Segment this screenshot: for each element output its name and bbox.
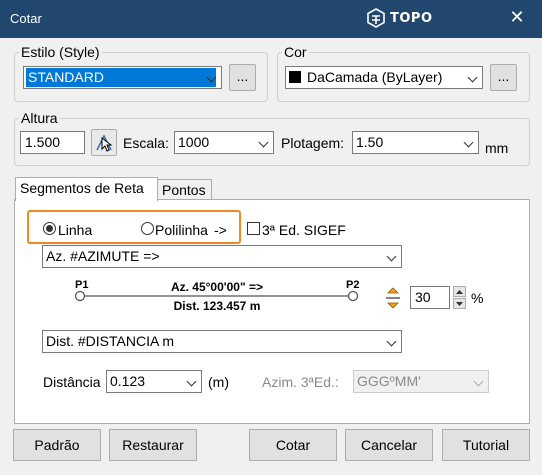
offset-unit: % bbox=[471, 290, 484, 306]
chevron-down-icon bbox=[473, 371, 485, 392]
azimuth-format-value: Az. #AZIMUTE => bbox=[46, 248, 160, 264]
sigef-checkbox[interactable] bbox=[247, 222, 260, 235]
offset-up-button[interactable] bbox=[453, 286, 466, 297]
azimuth-format-select[interactable]: Az. #AZIMUTE => bbox=[42, 245, 402, 268]
azim-label: Azim. 3ªEd.: bbox=[262, 374, 339, 390]
offset-down-button[interactable] bbox=[453, 298, 466, 309]
polyline-radio-label[interactable]: Polilinha bbox=[155, 222, 208, 238]
pick-point-icon bbox=[96, 134, 113, 152]
chevron-down-icon bbox=[386, 331, 398, 352]
distance-unit: (m) bbox=[208, 374, 229, 390]
tab-points-label: Pontos bbox=[162, 182, 206, 198]
chevron-down-icon bbox=[467, 67, 479, 88]
cancel-button[interactable]: Cancelar bbox=[345, 429, 433, 461]
style-select-value: STANDARD bbox=[26, 68, 216, 87]
preview-distance-text: Dist. 123.457 m bbox=[174, 299, 261, 313]
style-group-label: Estilo (Style) bbox=[19, 44, 102, 60]
distance-format-select[interactable]: Dist. #DISTANCIA m bbox=[42, 330, 402, 353]
window-title: Cotar bbox=[10, 11, 42, 26]
restore-button[interactable]: Restaurar bbox=[109, 429, 197, 461]
brand-logo: TOPO bbox=[366, 8, 433, 28]
color-select-value: DaCamada (ByLayer) bbox=[307, 69, 443, 85]
color-select[interactable]: DaCamada (ByLayer) bbox=[285, 66, 483, 89]
distance-select-value: 0.123 bbox=[110, 373, 146, 389]
pick-point-button[interactable] bbox=[91, 129, 117, 156]
distance-select[interactable]: 0.123 bbox=[106, 370, 202, 393]
color-browse-button[interactable]: ... bbox=[490, 64, 517, 91]
tab-points[interactable]: Pontos bbox=[157, 179, 212, 201]
style-browse-button[interactable]: ... bbox=[229, 64, 256, 91]
vertical-offset-icon bbox=[386, 287, 400, 309]
height-group-label: Altura bbox=[19, 110, 60, 126]
title-bar: Cotar TOPO ✕ bbox=[0, 0, 542, 38]
color-group-label: Cor bbox=[282, 44, 309, 60]
preview-p1-marker bbox=[74, 290, 86, 302]
azim-select-value: GGGºMM' bbox=[357, 373, 421, 389]
preview-p2-marker bbox=[347, 290, 359, 302]
tutorial-button[interactable]: Tutorial bbox=[442, 429, 530, 461]
plot-label: Plotagem: bbox=[281, 135, 345, 151]
distance-format-value: Dist. #DISTANCIA m bbox=[46, 333, 175, 349]
polyline-arrow: -> bbox=[214, 222, 227, 238]
brand-text: TOPO bbox=[390, 10, 433, 26]
preview-azimuth-text: Az. 45°00'00" => bbox=[171, 280, 263, 294]
chevron-down-icon bbox=[386, 246, 398, 267]
line-radio-label[interactable]: Linha bbox=[58, 222, 92, 238]
style-select[interactable]: STANDARD bbox=[23, 66, 222, 89]
scale-select[interactable]: 1000 bbox=[174, 131, 274, 154]
dimension-preview: P1 P2 Az. 45°00'00" => Dist. 123.457 m bbox=[74, 279, 359, 313]
chevron-down-icon bbox=[463, 132, 475, 153]
topo-logo-icon bbox=[367, 8, 385, 28]
preview-p1-label: P1 bbox=[75, 279, 88, 291]
chevron-down-icon bbox=[206, 67, 218, 88]
scale-select-value: 1000 bbox=[178, 134, 210, 150]
azim-select[interactable]: GGGºMM' bbox=[353, 370, 489, 393]
caret-down-icon bbox=[456, 302, 463, 306]
tab-segments-label: Segmentos de Reta bbox=[20, 180, 144, 196]
caret-up-icon bbox=[456, 290, 463, 294]
offset-input[interactable]: 30 bbox=[410, 286, 450, 309]
plot-select-value: 1.50 bbox=[356, 134, 384, 150]
polyline-radio[interactable] bbox=[141, 222, 154, 235]
default-button[interactable]: Padrão bbox=[13, 429, 101, 461]
tab-segments[interactable]: Segmentos de Reta bbox=[15, 177, 158, 201]
sigef-label[interactable]: 3ª Ed. SIGEF bbox=[262, 222, 346, 238]
scale-label: Escala: bbox=[123, 135, 169, 151]
chevron-down-icon bbox=[258, 132, 270, 153]
dimension-button[interactable]: Cotar bbox=[249, 429, 337, 461]
offset-spinner[interactable] bbox=[453, 286, 466, 309]
plot-select[interactable]: 1.50 bbox=[352, 131, 479, 154]
close-icon[interactable]: ✕ bbox=[507, 7, 527, 27]
height-input[interactable]: 1.500 bbox=[20, 131, 85, 154]
plot-unit: mm bbox=[485, 140, 509, 156]
color-swatch bbox=[289, 71, 301, 83]
distance-label: Distância bbox=[43, 374, 101, 390]
chevron-down-icon bbox=[186, 371, 198, 392]
line-radio[interactable] bbox=[43, 222, 56, 235]
preview-p2-label: P2 bbox=[346, 279, 359, 291]
